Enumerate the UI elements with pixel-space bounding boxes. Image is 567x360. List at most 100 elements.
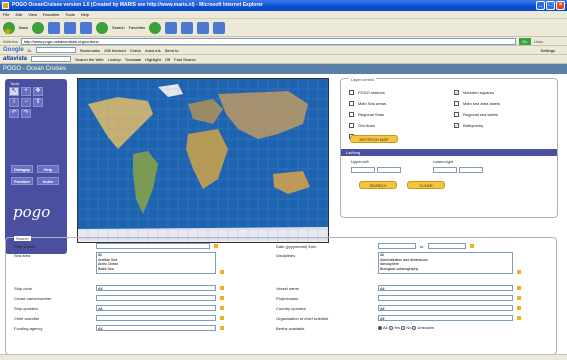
checkbox[interactable]: [454, 100, 459, 106]
help-marker-icon[interactable]: [517, 270, 521, 274]
datagap-button[interactable]: Datagap: [11, 165, 33, 173]
minimize-button[interactable]: _: [536, 1, 545, 10]
search-label[interactable]: Search: [112, 25, 125, 30]
altavista-search-input[interactable]: [31, 56, 72, 62]
ship-code-select[interactable]: All: [96, 285, 216, 291]
projectname-input[interactable]: [378, 295, 513, 301]
checkbox[interactable]: [349, 111, 354, 117]
fast-search-button[interactable]: Fast Search: [174, 57, 196, 62]
help-marker-icon[interactable]: [220, 306, 224, 310]
help-marker-icon[interactable]: [220, 316, 224, 320]
menu-help[interactable]: Help: [81, 11, 89, 18]
lower-right-lat-input[interactable]: [433, 167, 457, 173]
layer-grid-lines[interactable]: Grid lines: [349, 122, 454, 128]
menu-edit[interactable]: Edit: [15, 11, 22, 18]
menu-favorites[interactable]: Favorites: [43, 11, 59, 18]
radio-all[interactable]: [378, 325, 382, 330]
list-item[interactable]: Baltic Sea: [98, 267, 215, 272]
radio-no[interactable]: [401, 325, 406, 330]
home-icon[interactable]: [79, 21, 92, 34]
forward-tool[interactable]: ↷: [21, 109, 31, 118]
upper-left-lat-input[interactable]: [351, 167, 375, 173]
google-search-input[interactable]: [36, 47, 77, 53]
index-button[interactable]: Index: [37, 177, 59, 185]
go-button[interactable]: Go: [518, 37, 531, 45]
layer-marsden-squares[interactable]: ✓ Marsden squares: [454, 89, 554, 95]
edit-icon[interactable]: [197, 21, 210, 34]
stop-icon[interactable]: [47, 21, 60, 34]
position-button[interactable]: Position: [11, 177, 33, 185]
print-icon[interactable]: [181, 21, 194, 34]
sendto-button[interactable]: Send to: [165, 48, 179, 53]
back-tool[interactable]: ↶: [9, 109, 19, 118]
refresh-icon[interactable]: [63, 21, 76, 34]
date-to-input[interactable]: [428, 243, 466, 249]
layer-regional-sea-labels[interactable]: Regional sea labels: [454, 111, 554, 117]
checkbox[interactable]: [349, 89, 354, 95]
lower-right-lon-input[interactable]: [459, 167, 483, 173]
layer-regional-seas[interactable]: Regional Seas: [349, 111, 454, 117]
info-tool[interactable]: i: [9, 98, 19, 107]
zoom-in-tool[interactable]: +: [21, 87, 31, 96]
favorites-label[interactable]: Favorites: [129, 25, 145, 30]
pan-tool[interactable]: ✥: [33, 87, 43, 96]
chief-scientist-input[interactable]: [96, 315, 216, 321]
disciplines-list[interactable]: All Administration and dimensions Atmosp…: [378, 252, 513, 274]
sea-area-list[interactable]: All Arabian Sea Arctic Ocean Baltic Sea: [96, 252, 216, 274]
folder-icon[interactable]: [213, 21, 226, 34]
search-web-button[interactable]: Search the Web: [75, 57, 104, 62]
funding-agency-select[interactable]: All: [96, 325, 216, 331]
help-marker-icon[interactable]: [517, 296, 521, 300]
layer-main-sea-area-labels[interactable]: Main sea area labels: [454, 100, 554, 106]
country-operator-select[interactable]: All: [378, 305, 513, 311]
latlong-search-button[interactable]: SEARCH: [359, 181, 397, 189]
popup-blocked[interactable]: 285 blocked: [104, 48, 126, 53]
checkbox[interactable]: [454, 111, 459, 117]
menu-view[interactable]: View: [28, 11, 37, 18]
radio-unknown[interactable]: [412, 325, 417, 330]
cruise-name-input[interactable]: [96, 295, 216, 301]
help-marker-icon[interactable]: [220, 270, 224, 274]
google-settings[interactable]: Settings: [541, 48, 555, 53]
pointer-tool[interactable]: ↖: [9, 87, 19, 96]
help-marker-icon[interactable]: [517, 286, 521, 290]
mail-icon[interactable]: [165, 21, 178, 34]
layer-pogo-stations[interactable]: POGO stations: [349, 89, 454, 95]
lookup-button[interactable]: Lookup: [108, 57, 121, 62]
help-marker-icon[interactable]: [517, 316, 521, 320]
autolink-button[interactable]: AutoLink: [145, 48, 161, 53]
ship-operator-select[interactable]: All: [96, 305, 216, 311]
back-label[interactable]: Back: [19, 25, 28, 30]
date-from-input[interactable]: [378, 243, 416, 249]
org-chief-select[interactable]: All: [378, 315, 513, 321]
latlong-clear-button[interactable]: CLEAR: [407, 181, 445, 189]
checkbox[interactable]: [349, 100, 354, 106]
forward-icon[interactable]: [31, 21, 44, 34]
help-marker-icon[interactable]: [220, 286, 224, 290]
check-button[interactable]: Check: [130, 48, 141, 53]
list-item[interactable]: Biological oceanography: [380, 267, 512, 272]
help-button[interactable]: Help: [37, 165, 59, 173]
full-extent-tool[interactable]: ⇕: [33, 98, 43, 107]
checkbox[interactable]: [349, 122, 354, 128]
off-button[interactable]: Off: [165, 57, 170, 62]
layer-bathymetry[interactable]: ✓ Bathymetry: [454, 122, 554, 128]
favorites-icon[interactable]: ★: [3, 26, 13, 38]
help-marker-icon[interactable]: [214, 244, 218, 248]
zoom-out-tool[interactable]: −: [21, 98, 31, 107]
help-marker-icon[interactable]: [517, 306, 521, 310]
menu-tools[interactable]: Tools: [65, 11, 74, 18]
history-icon[interactable]: [149, 21, 162, 34]
help-marker-icon[interactable]: [220, 326, 224, 330]
world-map[interactable]: [77, 78, 329, 243]
help-marker-icon[interactable]: [220, 296, 224, 300]
highlight-button[interactable]: Highlight: [145, 57, 161, 62]
menu-file[interactable]: File: [3, 11, 9, 18]
search-icon[interactable]: [95, 21, 108, 34]
radio-yes[interactable]: [388, 325, 393, 330]
refresh-map-button[interactable]: REFRESH MAP: [350, 135, 398, 143]
bookmarks-button[interactable]: Bookmarks: [80, 48, 100, 53]
upper-left-lon-input[interactable]: [377, 167, 401, 173]
help-marker-icon[interactable]: [470, 244, 474, 248]
layer-main-sea-areas[interactable]: Main Sea areas: [349, 100, 454, 106]
